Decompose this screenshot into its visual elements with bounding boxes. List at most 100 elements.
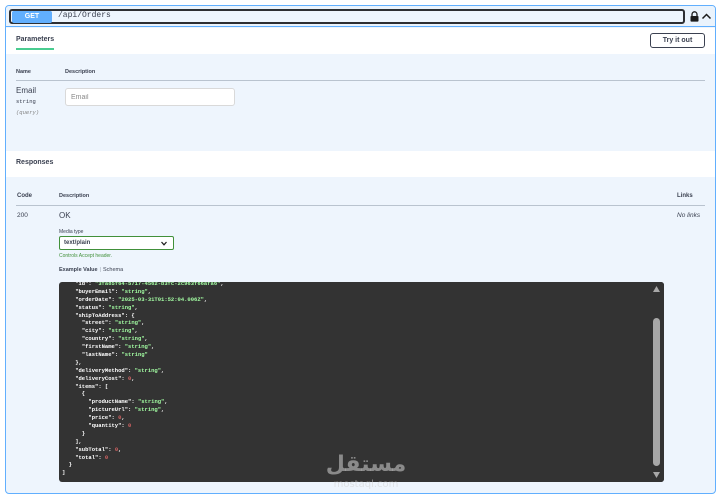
code-line: "orderDate": "2025-03-31T01:52:04.006Z", <box>62 296 647 304</box>
code-token-key: "country" <box>81 335 112 343</box>
code-token-punc: : <box>131 398 138 406</box>
response-links: No links <box>677 212 701 219</box>
code-token-key: "deliveryCost" <box>75 374 122 382</box>
watermark: مستقل mostaql.com <box>316 452 416 492</box>
chevron-down-icon <box>161 241 167 246</box>
response-code: 200 <box>17 212 28 219</box>
code-token-punc <box>62 319 82 326</box>
code-line: "city": "string", <box>62 327 647 335</box>
code-scrollbar[interactable] <box>649 282 664 482</box>
code-token-punc: : <box>108 319 115 327</box>
code-token-punc: , <box>203 295 208 303</box>
code-token-punc: } <box>62 461 72 469</box>
try-it-out-button[interactable]: Try it out <box>650 33 705 48</box>
chevron-up-icon[interactable] <box>701 11 712 22</box>
code-line: } <box>62 430 647 438</box>
code-token-punc: : <box>98 453 105 461</box>
param-col-description: Description <box>65 69 96 75</box>
code-token-punc: : [ <box>98 382 109 390</box>
code-line: ], <box>62 438 647 446</box>
resp-col-description: Description <box>59 193 90 199</box>
code-token-key: "subTotal" <box>75 445 109 453</box>
accept-header-note: Controls Accept header. <box>59 253 113 259</box>
code-token-str: "3fa85f64-5717-4562-b3fc-2c963f66afa6" <box>95 282 221 287</box>
code-token-key: "buyerEmail" <box>75 287 115 295</box>
watermark-latin: mostaql.com <box>333 479 399 490</box>
param-type: string <box>16 98 36 105</box>
code-token-punc: , <box>118 445 122 453</box>
tab-schema[interactable]: Schema <box>103 267 123 273</box>
code-line: "deliveryCost": 0, <box>62 375 647 383</box>
parameters-header: Parameters Try it out <box>6 28 715 54</box>
code-token-punc: : <box>128 406 135 414</box>
code-token-punc <box>62 446 75 453</box>
code-token-key: "pictureUrl" <box>88 406 129 414</box>
example-tabs: Example Value | Schema <box>59 267 123 273</box>
code-line: "firstName": "string", <box>62 343 647 351</box>
scroll-thumb[interactable] <box>653 318 660 466</box>
code-token-punc <box>62 304 75 311</box>
code-token-key: "lastName" <box>81 351 115 359</box>
param-location: (query) <box>16 109 40 116</box>
code-token-punc <box>62 335 82 342</box>
code-token-punc: , <box>220 282 224 287</box>
param-col-name: Name <box>16 69 31 75</box>
code-token-str: "string" <box>137 398 165 406</box>
code-token-str: "string" <box>108 303 135 311</box>
code-token-punc: , <box>161 366 165 374</box>
email-field[interactable] <box>65 88 235 106</box>
param-divider <box>16 80 705 81</box>
response-description: OK <box>59 211 71 220</box>
code-token-punc <box>62 296 75 303</box>
watermark-arabic: مستقل <box>325 452 407 477</box>
operation-summary[interactable]: GET /api/Orders <box>6 6 715 27</box>
code-token-str: "string" <box>114 319 142 327</box>
code-token-punc <box>62 351 82 358</box>
media-type-select[interactable]: text/plain <box>59 236 174 250</box>
media-type-label: Media type <box>59 229 84 235</box>
scroll-up-icon[interactable] <box>653 286 660 292</box>
code-token-punc: , <box>134 303 138 311</box>
code-token-punc: : { <box>124 311 135 319</box>
code-token-str: "string" <box>121 351 148 359</box>
code-line: "deliveryMethod": "string", <box>62 367 647 375</box>
code-token-punc: , <box>141 319 145 327</box>
operation-block: GET /api/Orders Parameters Try it out Na… <box>5 5 716 494</box>
tab-example-value[interactable]: Example Value <box>59 267 98 273</box>
code-token-key: "deliveryMethod" <box>75 366 129 374</box>
code-token-key: "firstName" <box>81 343 119 351</box>
resp-col-links: Links <box>677 193 693 199</box>
code-token-punc <box>62 367 75 374</box>
code-token-punc <box>62 343 82 350</box>
code-token-punc: , <box>151 343 155 351</box>
code-line: "lastName": "string" <box>62 351 647 359</box>
code-token-num: 0 <box>104 453 109 461</box>
code-token-punc: : <box>128 366 135 374</box>
code-token-punc: , <box>144 335 148 343</box>
code-token-punc: , <box>164 398 168 406</box>
media-type-value: text/plain <box>64 240 91 246</box>
code-line: "country": "string", <box>62 335 647 343</box>
code-token-key: "price" <box>88 414 112 422</box>
code-token-key: "items" <box>75 382 99 390</box>
code-token-key: "total" <box>75 453 99 461</box>
code-token-key: "id" <box>75 282 89 287</box>
code-token-str: "string" <box>134 406 162 414</box>
code-token-punc: , <box>121 414 125 422</box>
tab-parameters[interactable]: Parameters <box>16 36 55 50</box>
param-name: Email <box>16 86 37 95</box>
code-token-key: "quantity" <box>88 422 122 430</box>
code-line: "shipToAddress": { <box>62 312 647 320</box>
responses-title: Responses <box>16 159 54 166</box>
lock-icon[interactable] <box>690 11 699 22</box>
code-token-punc <box>62 327 82 334</box>
code-token-str: "2025-03-31T01:52:04.006Z" <box>118 295 204 303</box>
code-token-punc: , <box>131 374 135 382</box>
scroll-down-icon[interactable] <box>653 472 660 478</box>
code-token-punc <box>62 282 75 287</box>
code-token-punc: , <box>161 406 165 414</box>
code-token-key: "status" <box>75 303 102 311</box>
code-line: { <box>62 390 647 398</box>
code-token-key: "shipToAddress" <box>75 311 125 319</box>
code-token-punc: } <box>62 429 86 437</box>
